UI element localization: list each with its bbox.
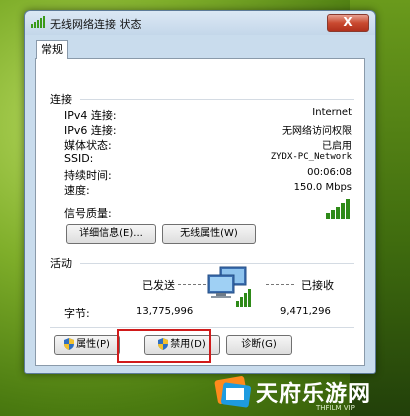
received-label: 已接收 — [301, 279, 334, 292]
network-computers-icon — [207, 266, 251, 307]
signal-strength-icon — [326, 199, 350, 219]
bytes-label: 字节: — [64, 307, 90, 320]
activity-group-label: 活动 — [50, 257, 72, 270]
properties-button[interactable]: 属性(P) — [54, 335, 120, 355]
uac-shield-icon — [64, 338, 75, 350]
details-button[interactable]: 详细信息(E)... — [66, 224, 156, 244]
sent-line — [178, 284, 206, 286]
connection-group-label: 连接 — [50, 93, 72, 106]
title-bar[interactable]: 无线网络连接 状态 X — [25, 11, 375, 35]
media-state-value: 已启用 — [322, 141, 352, 152]
disable-button-highlight — [117, 329, 211, 363]
tab-general[interactable]: 常规 — [36, 40, 68, 59]
wireless-signal-icon — [31, 16, 45, 28]
ipv6-value: 无网络访问权限 — [282, 126, 352, 137]
duration-label: 持续时间: — [64, 169, 112, 182]
speed-value: 150.0 Mbps — [293, 182, 352, 193]
window-title: 无线网络连接 状态 — [50, 18, 142, 31]
watermark-sub: THFILM VIP — [316, 404, 355, 412]
properties-button-label: 属性(P) — [76, 339, 110, 350]
bytes-received-value: 9,471,296 — [280, 306, 331, 317]
general-panel: 连接 IPv4 连接: Internet IPv6 连接: 无网络访问权限 媒体… — [35, 58, 365, 366]
signal-quality-label: 信号质量: — [64, 207, 112, 220]
media-state-label: 媒体状态: — [64, 139, 112, 152]
brand-logo-icon — [214, 376, 252, 408]
connection-divider — [80, 99, 354, 100]
ipv4-value: Internet — [312, 107, 352, 118]
wireless-properties-button[interactable]: 无线属性(W) — [162, 224, 256, 244]
activity-divider — [80, 263, 354, 264]
watermark: 天府乐游网 THFILM VIP — [200, 372, 410, 416]
close-button[interactable]: X — [327, 14, 369, 32]
ssid-label: SSID: — [64, 152, 94, 165]
ipv4-label: IPv4 连接: — [64, 109, 117, 122]
ipv6-label: IPv6 连接: — [64, 124, 117, 137]
bytes-sent-value: 13,775,996 — [136, 306, 194, 317]
status-dialog: 无线网络连接 状态 X 常规 连接 IPv4 连接: Internet IPv6… — [24, 10, 376, 374]
bottom-divider — [50, 327, 354, 328]
speed-label: 速度: — [64, 184, 90, 197]
duration-value: 00:06:08 — [307, 167, 352, 178]
received-line — [266, 284, 294, 286]
ssid-value: ZYDX-PC_Network — [270, 152, 352, 162]
sent-label: 已发送 — [142, 279, 175, 292]
diagnose-button[interactable]: 诊断(G) — [226, 335, 292, 355]
